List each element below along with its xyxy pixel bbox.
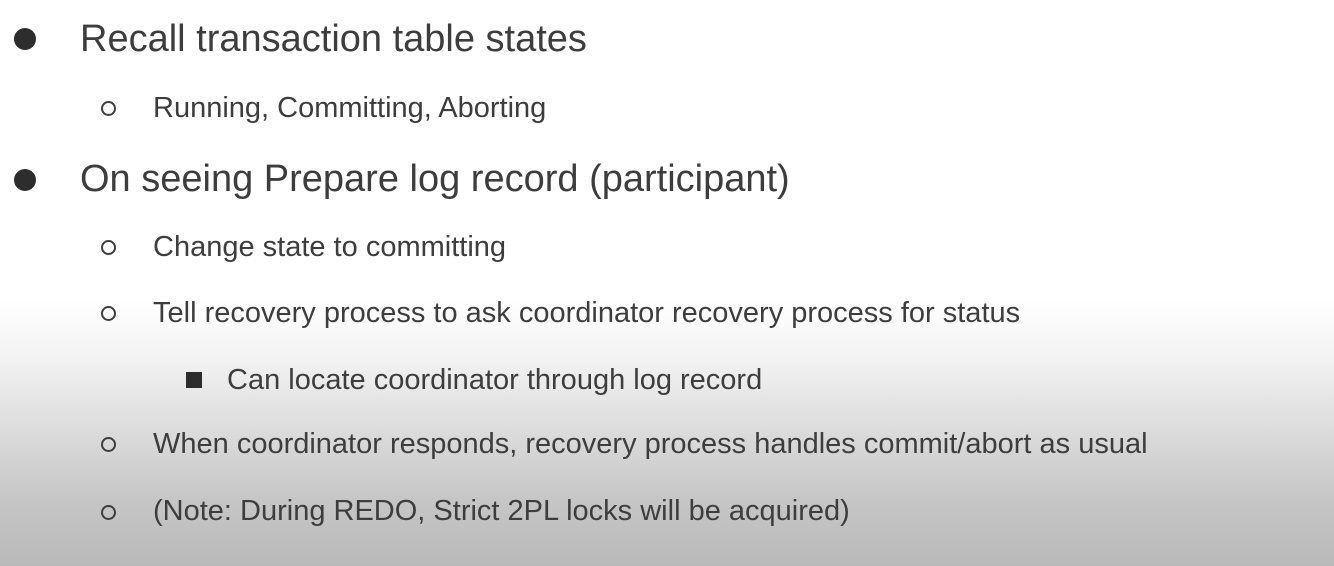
filled-square-bullet-icon bbox=[186, 372, 202, 388]
sub-sub-bullet-locate-coordinator: Can locate coordinator through log recor… bbox=[227, 364, 763, 396]
sub-bullet-change-state: Change state to committing bbox=[153, 231, 507, 263]
sub-bullet-states-list: Running, Committing, Aborting bbox=[153, 92, 547, 124]
hollow-circle-bullet-icon bbox=[101, 505, 116, 520]
hollow-circle-bullet-icon bbox=[101, 240, 116, 255]
hollow-circle-bullet-icon bbox=[101, 437, 116, 452]
hollow-circle-bullet-icon bbox=[101, 101, 116, 116]
bullet-prepare-log-record: On seeing Prepare log record (participan… bbox=[80, 158, 790, 200]
hollow-circle-bullet-icon bbox=[101, 306, 116, 321]
slide: Recall transaction table states Running,… bbox=[0, 0, 1334, 566]
filled-circle-bullet-icon bbox=[14, 28, 36, 50]
sub-bullet-redo-note: (Note: During REDO, Strict 2PL locks wil… bbox=[153, 495, 850, 527]
sub-bullet-tell-recovery: Tell recovery process to ask coordinator… bbox=[153, 297, 1021, 329]
bullet-recall-states: Recall transaction table states bbox=[80, 18, 587, 60]
filled-circle-bullet-icon bbox=[14, 169, 36, 191]
sub-bullet-coordinator-responds: When coordinator responds, recovery proc… bbox=[153, 428, 1148, 460]
